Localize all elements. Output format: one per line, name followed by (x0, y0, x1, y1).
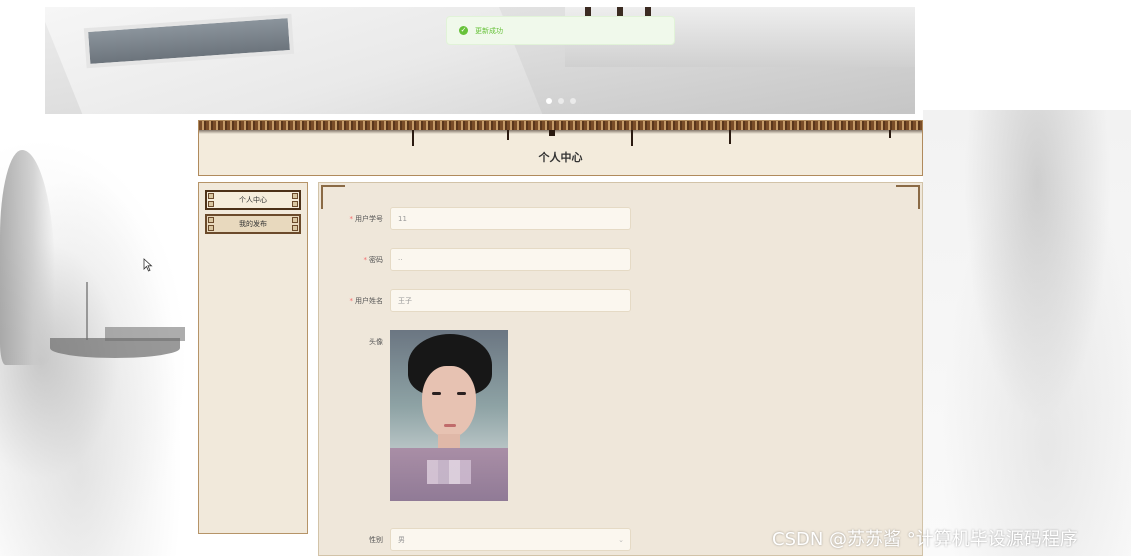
success-toast: ✓ 更新成功 (446, 16, 675, 45)
name-label: * 用户姓名 (319, 296, 384, 306)
carousel-dot[interactable] (546, 98, 552, 104)
corner-ornament (208, 217, 214, 223)
label-text: 头像 (369, 338, 383, 346)
boat-hull (50, 338, 180, 358)
name-input[interactable]: 王子 (390, 289, 631, 312)
gender-select[interactable]: 男 ⌄ (390, 528, 631, 551)
carousel-indicators (546, 98, 576, 104)
label-text: 密码 (369, 256, 383, 264)
student-id-input[interactable]: 11 (390, 207, 631, 230)
avatar-mosaic (427, 460, 471, 484)
avatar-mouth (444, 424, 456, 427)
sidebar: 个人中心 我的发布 (198, 182, 308, 534)
corner-ornament-icon (321, 185, 345, 209)
password-input[interactable]: ·· (390, 248, 631, 271)
password-value: ·· (398, 255, 403, 264)
corner-ornament-icon (896, 185, 920, 209)
check-circle-icon: ✓ (459, 26, 468, 35)
carousel-dot[interactable] (558, 98, 564, 104)
watermark-text: CSDN @苏苏酱 °计算机毕设源码程序 (772, 529, 1078, 550)
required-mark: * (363, 256, 368, 264)
header-ink-drips (199, 130, 922, 148)
ink-landscape-right (923, 110, 1131, 556)
gender-value: 男 (398, 535, 405, 544)
required-mark: * (349, 215, 354, 223)
chevron-down-icon: ⌄ (618, 535, 624, 544)
carousel-dot[interactable] (570, 98, 576, 104)
corner-ornament (292, 225, 298, 231)
avatar-face (422, 366, 476, 438)
page-header: 个人中心 (198, 120, 923, 176)
mouse-cursor-icon (143, 258, 153, 272)
password-label: * 密码 (319, 255, 384, 265)
corner-ornament (292, 193, 298, 199)
corner-ornament (292, 217, 298, 223)
label-text: 用户学号 (355, 215, 383, 223)
avatar-eye (432, 392, 441, 395)
label-text: 用户姓名 (355, 297, 383, 305)
corner-ornament (292, 201, 298, 207)
avatar-label: 头像 (319, 337, 383, 347)
student-id-value: 11 (398, 214, 407, 223)
gender-label: 性别 (319, 535, 383, 545)
sidebar-item-profile[interactable]: 个人中心 (205, 190, 301, 210)
page-title: 个人中心 (538, 151, 583, 164)
corner-ornament (208, 225, 214, 231)
sidebar-item-my-posts[interactable]: 我的发布 (205, 214, 301, 234)
corner-ornament (208, 193, 214, 199)
profile-form: * 用户学号 11 * 密码 ·· * 用户姓名 王子 头像 性别 男 ⌄ (318, 182, 923, 556)
avatar-image[interactable] (390, 330, 508, 501)
student-id-label: * 用户学号 (319, 214, 384, 224)
avatar-eye (457, 392, 466, 395)
boat-mast (86, 282, 88, 340)
header-trim (199, 121, 922, 130)
corner-ornament (208, 201, 214, 207)
required-mark: * (349, 297, 354, 305)
sidebar-item-label: 我的发布 (239, 220, 267, 228)
toast-message: 更新成功 (475, 26, 503, 35)
label-text: 性别 (369, 536, 383, 544)
name-value: 王子 (398, 296, 412, 305)
sidebar-item-label: 个人中心 (239, 196, 267, 204)
